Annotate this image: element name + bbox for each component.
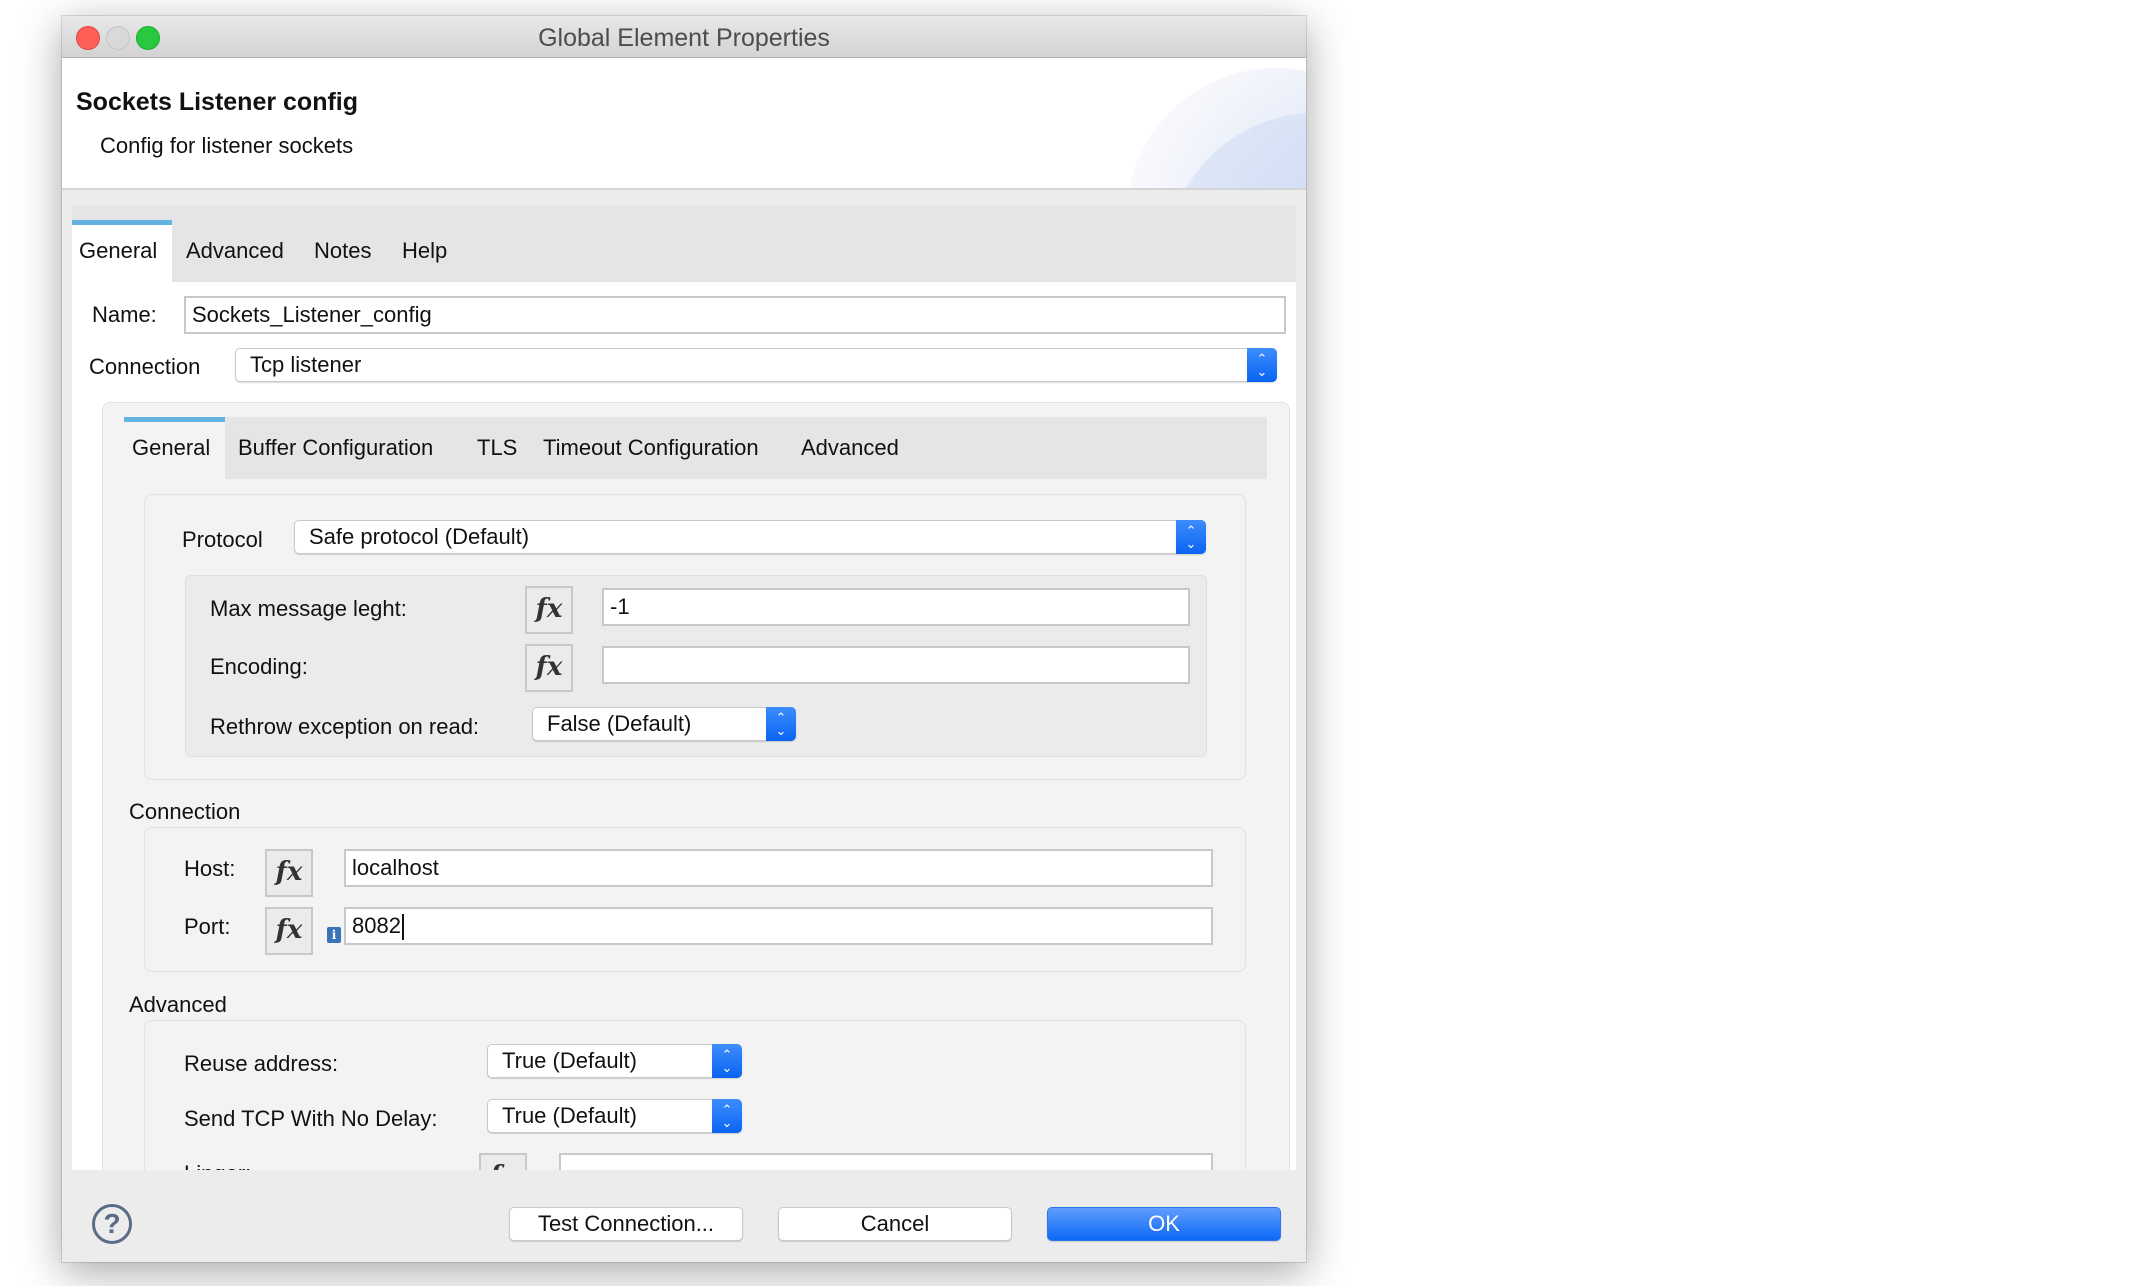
tab-help[interactable]: Help — [402, 220, 447, 282]
reuse-address-label: Reuse address: — [184, 1051, 339, 1076]
outer-tab-bar: General Advanced Notes Help — [72, 206, 1296, 282]
cancel-button[interactable]: Cancel — [778, 1207, 1012, 1241]
test-connection-button[interactable]: Test Connection... — [509, 1207, 743, 1241]
host-input[interactable]: localhost — [344, 849, 1213, 887]
inner-tab-tls[interactable]: TLS — [477, 417, 517, 479]
send-tcp-no-delay-value: True (Default) — [502, 1103, 637, 1128]
protocol-options-box: Max message leght: fx -1 Encoding: fx Re… — [185, 575, 1207, 757]
send-tcp-no-delay-select[interactable]: True (Default) ⌃ ⌄ — [487, 1099, 742, 1133]
inner-tab-general[interactable]: General — [124, 417, 225, 479]
protocol-label: Protocol — [182, 527, 263, 552]
fx-expression-icon[interactable]: fx — [265, 907, 313, 955]
dialog-footer: ? Test Connection... Cancel OK — [62, 1170, 1306, 1262]
inner-tab-bar: General Buffer Configuration TLS Timeout… — [124, 417, 1267, 479]
port-value: 8082 — [352, 913, 401, 938]
help-icon[interactable]: ? — [92, 1204, 132, 1244]
inner-tab-buffer-configuration[interactable]: Buffer Configuration — [238, 417, 433, 479]
max-message-length-input[interactable]: -1 — [602, 588, 1190, 626]
title-bar[interactable]: Global Element Properties — [62, 16, 1306, 58]
connection-select[interactable]: Tcp listener ⌃ ⌄ — [235, 348, 1277, 382]
tab-general[interactable]: General — [72, 220, 172, 282]
select-arrows-icon: ⌃ ⌄ — [766, 707, 796, 741]
fx-expression-icon[interactable]: fx — [265, 849, 313, 897]
host-label: Host: — [184, 856, 236, 881]
rethrow-exception-select[interactable]: False (Default) ⌃ ⌄ — [532, 707, 796, 741]
tab-notes[interactable]: Notes — [314, 220, 371, 282]
connection-section-title: Connection — [129, 799, 241, 824]
text-caret — [401, 914, 404, 941]
connection-select-value: Tcp listener — [250, 352, 362, 377]
encoding-input[interactable] — [602, 646, 1190, 684]
port-input[interactable]: 8082 — [344, 907, 1213, 945]
send-tcp-no-delay-label: Send TCP With No Delay: — [184, 1106, 438, 1131]
name-input[interactable]: Sockets_Listener_config — [184, 296, 1286, 334]
protocol-group: Protocol Safe protocol (Default) ⌃ ⌄ Max … — [144, 494, 1246, 780]
info-icon[interactable]: i — [327, 927, 341, 943]
header-title: Sockets Listener config — [76, 88, 359, 116]
protocol-select[interactable]: Safe protocol (Default) ⌃ ⌄ — [294, 520, 1206, 554]
inner-tab-timeout-configuration[interactable]: Timeout Configuration — [543, 417, 759, 479]
general-tab-panel: Name: Sockets_Listener_config Connection… — [72, 282, 1296, 1220]
name-label: Name: — [92, 302, 157, 327]
tab-advanced[interactable]: Advanced — [186, 220, 284, 282]
reuse-address-value: True (Default) — [502, 1048, 637, 1073]
rethrow-exception-label: Rethrow exception on read: — [210, 714, 480, 739]
fx-expression-icon[interactable]: fx — [525, 586, 573, 634]
max-message-length-label: Max message leght: — [210, 596, 407, 621]
rethrow-exception-value: False (Default) — [547, 711, 692, 736]
dialog-window: Global Element Properties Sockets Listen… — [62, 16, 1306, 1262]
protocol-select-value: Safe protocol (Default) — [309, 524, 530, 549]
reuse-address-select[interactable]: True (Default) ⌃ ⌄ — [487, 1044, 742, 1078]
fx-expression-icon[interactable]: fx — [525, 644, 573, 692]
select-arrows-icon: ⌃ ⌄ — [1247, 348, 1277, 382]
port-label: Port: — [184, 914, 231, 939]
select-arrows-icon: ⌃ ⌄ — [712, 1099, 742, 1133]
encoding-label: Encoding: — [210, 654, 308, 679]
select-arrows-icon: ⌃ ⌄ — [712, 1044, 742, 1078]
window-title: Global Element Properties — [538, 24, 830, 52]
connection-config-panel: General Buffer Configuration TLS Timeout… — [102, 402, 1290, 1220]
header-subtitle: Config for listener sockets — [100, 133, 354, 158]
connection-group: Host: fx localhost Port: fx i 8082 — [144, 827, 1246, 972]
connection-label: Connection — [89, 354, 201, 379]
inner-tab-advanced[interactable]: Advanced — [801, 417, 899, 479]
ok-button[interactable]: OK — [1047, 1207, 1281, 1241]
advanced-section-title: Advanced — [129, 992, 227, 1017]
dialog-header: Sockets Listener config Config for liste… — [62, 58, 1306, 190]
select-arrows-icon: ⌃ ⌄ — [1176, 520, 1206, 554]
